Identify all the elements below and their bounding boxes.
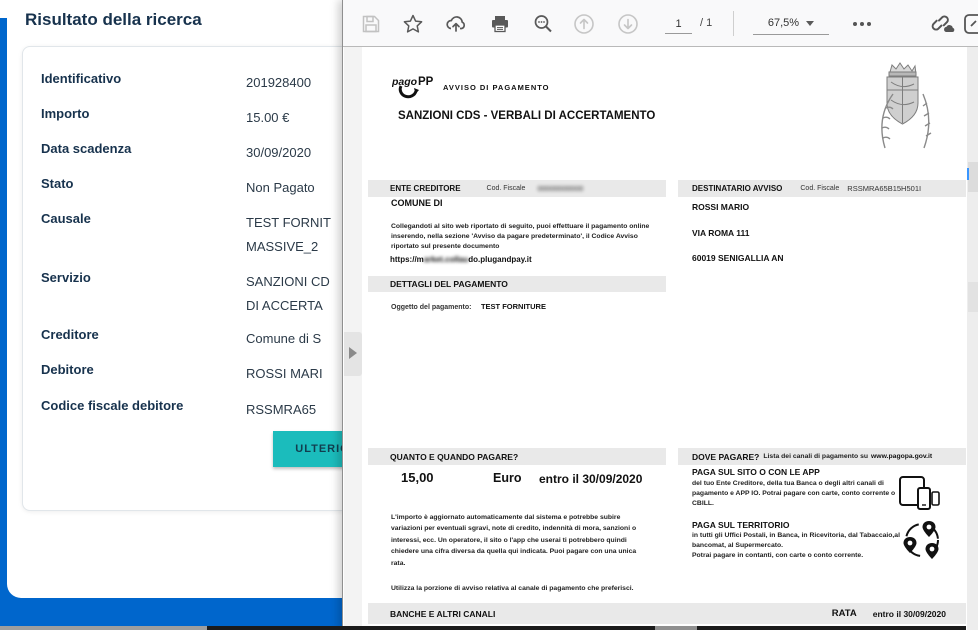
debtor-address: VIA ROMA 111 xyxy=(692,228,749,238)
app-text: del tuo Ente Creditore, della tua Banca … xyxy=(692,479,900,510)
zoom-level-value: 67,5% xyxy=(768,17,799,29)
bottom-edge-strip xyxy=(207,626,655,630)
utilizza-note-text: Utilizza la porzione di avviso relativa … xyxy=(391,585,634,592)
page-footer xyxy=(0,598,350,628)
rata-deadline: entro il 30/09/2020 xyxy=(873,609,946,619)
rata-label: RATA xyxy=(832,608,857,619)
print-icon[interactable] xyxy=(488,12,512,36)
bottom-edge-strip xyxy=(655,626,697,630)
upload-cloud-icon[interactable] xyxy=(444,12,468,36)
amount-note-text: L'importo è aggiornato automaticamente d… xyxy=(391,512,651,569)
field-label: Stato xyxy=(41,176,74,191)
cf-label: Cod. Fiscale xyxy=(800,185,839,192)
screen: Risultato della ricerca Identificativo 2… xyxy=(0,0,978,630)
section-header: BANCHE E ALTRI CANALI xyxy=(390,609,495,619)
coat-of-arms-image xyxy=(877,60,933,157)
rata-group: RATA entro il 30/09/2020 xyxy=(832,608,946,619)
app-title: PAGA SUL SITO O CON LE APP xyxy=(692,467,820,477)
more-options-icon[interactable] xyxy=(849,12,875,36)
search-result-panel: Risultato della ricerca Identificativo 2… xyxy=(7,0,357,598)
chevron-down-icon xyxy=(806,21,814,26)
cf-value-redacted: 00000000000 xyxy=(537,184,583,193)
previous-page-icon[interactable] xyxy=(572,12,596,36)
sidebar-toggle-button[interactable] xyxy=(344,332,362,376)
field-label: Creditore xyxy=(41,327,99,342)
annotate-icon[interactable] xyxy=(963,12,978,36)
search-icon[interactable] xyxy=(531,12,555,36)
favorite-star-icon[interactable] xyxy=(401,12,425,36)
cf-value: RSSMRA65B15H501I xyxy=(847,184,921,193)
pdf-page: pago PP AVVISO DI PAGAMENTO SANZIONI CDS… xyxy=(362,47,967,626)
bottom-edge-strip xyxy=(697,626,966,630)
pdf-viewer-window: / 1 67,5% xyxy=(342,0,978,630)
section-header: DOVE PAGARE? xyxy=(692,452,759,462)
save-icon[interactable] xyxy=(359,12,383,36)
ente-creditore-header-bar: ENTE CREDITORE Cod. Fiscale 00000000000 xyxy=(368,180,666,197)
field-label: Debitore xyxy=(41,362,94,377)
svg-text:PP: PP xyxy=(418,76,434,88)
toolbar-divider xyxy=(733,11,734,36)
section-header: QUANTO E QUANDO PAGARE? xyxy=(390,452,518,462)
vertical-scrollbar[interactable] xyxy=(967,47,978,630)
triangle-right-icon xyxy=(349,347,357,359)
field-label: Codice fiscale debitore xyxy=(41,398,183,413)
oggetto-value: TEST FORNITURE xyxy=(481,302,546,311)
section-header: DESTINATARIO AVVISO xyxy=(692,184,782,193)
deadline-label: entro il 30/09/2020 xyxy=(539,472,642,486)
field-label: Data scadenza xyxy=(41,141,131,156)
zoom-level-select[interactable]: 67,5% xyxy=(753,12,829,35)
url-redacted: arket.collau xyxy=(424,255,468,264)
link-icon[interactable] xyxy=(931,12,955,36)
pdf-toolbar: / 1 67,5% xyxy=(343,0,978,47)
banche-header-bar: BANCHE E ALTRI CANALI RATA entro il 30/0… xyxy=(368,603,966,624)
scrollbar-highlight-tick xyxy=(967,168,969,180)
dove-link: www.pagopa.gov.it xyxy=(871,453,932,460)
territory-pins-icon xyxy=(899,517,945,568)
dove-subtitle: Lista dei canali di pagamento su xyxy=(763,453,868,460)
section-header: ENTE CREDITORE xyxy=(390,184,461,193)
page-title: Risultato della ricerca xyxy=(25,10,202,30)
notice-type-label: AVVISO DI PAGAMENTO xyxy=(443,83,550,92)
document-title: SANZIONI CDS - VERBALI DI ACCERTAMENTO xyxy=(398,110,655,122)
svg-text:pago: pago xyxy=(392,76,418,88)
page-number-input[interactable] xyxy=(665,14,692,34)
result-card: Identificativo 201928400 Importo 15.00 €… xyxy=(22,46,352,511)
territorio-title: PAGA SUL TERRITORIO xyxy=(692,520,789,530)
page-total-label: / 1 xyxy=(700,17,712,29)
section-header: DETTAGLI DEL PAGAMENTO xyxy=(390,279,508,289)
quanto-header-bar: QUANTO E QUANDO PAGARE? xyxy=(368,448,666,465)
debtor-name: ROSSI MARIO xyxy=(692,202,749,212)
ente-name: COMUNE DI xyxy=(391,198,443,208)
field-label: Servizio xyxy=(41,270,91,285)
scrollbar-mark xyxy=(968,282,978,312)
bottom-edge-strip xyxy=(0,626,207,630)
payment-url: https://market.collaudo.plugandpay.it xyxy=(390,255,532,264)
oggetto-row: Oggetto del pagamento: TEST FORNITURE xyxy=(391,296,546,314)
currency-label: Euro xyxy=(493,471,521,485)
field-label: Identificativo xyxy=(41,71,121,86)
field-label: Causale xyxy=(41,211,91,226)
devices-icon xyxy=(898,475,940,518)
dove-header-bar: DOVE PAGARE? Lista dei canali di pagamen… xyxy=(678,448,966,465)
url-suffix: do.plugandpay.it xyxy=(468,255,531,264)
viewer-gutter xyxy=(344,47,362,626)
amount-value: 15,00 xyxy=(401,470,434,485)
territorio-text: in tutti gli Uffici Postali, in Banca, i… xyxy=(692,531,920,562)
destinatario-header-bar: DESTINATARIO AVVISO Cod. Fiscale RSSMRA6… xyxy=(678,180,966,197)
scrollbar-thumb[interactable] xyxy=(968,162,978,192)
field-label: Importo xyxy=(41,106,89,121)
oggetto-label: Oggetto del pagamento: xyxy=(391,304,472,311)
debtor-city: 60019 SENIGALLIA AN xyxy=(692,253,783,263)
cf-label: Cod. Fiscale xyxy=(487,185,526,192)
next-page-icon[interactable] xyxy=(616,12,640,36)
url-prefix: https://m xyxy=(390,255,424,264)
dettagli-header-bar: DETTAGLI DEL PAGAMENTO xyxy=(368,276,666,292)
ente-info-text: Collegandoti al sito web riportato di se… xyxy=(391,222,663,252)
pagopa-logo: pago PP xyxy=(392,73,442,108)
